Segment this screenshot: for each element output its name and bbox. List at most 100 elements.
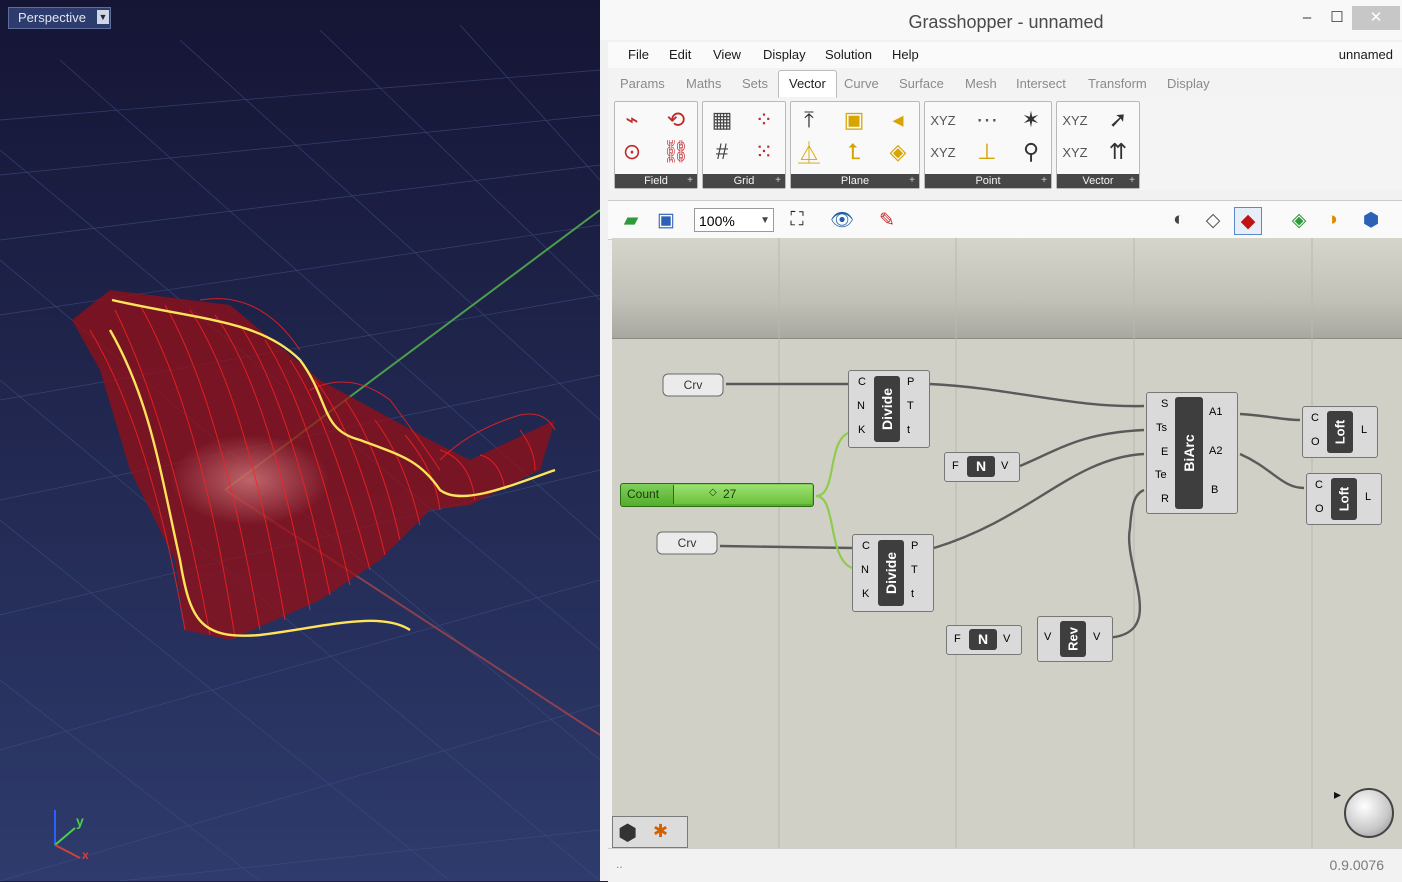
unit-z-component-2[interactable]: F N V xyxy=(946,625,1022,655)
sketch-button[interactable]: ✎ xyxy=(874,207,900,233)
slider-track[interactable] xyxy=(673,485,812,504)
loft-component-2[interactable]: C O Loft L xyxy=(1306,473,1382,525)
preview-settings-button[interactable]: ◑ xyxy=(1319,207,1345,233)
vector-deconstruct-icon[interactable]: XYZ xyxy=(1060,137,1090,167)
expand-icon[interactable]: + xyxy=(775,175,781,187)
plane-origin-icon[interactable]: ▣ xyxy=(839,105,869,135)
tab-mesh[interactable]: Mesh xyxy=(965,76,997,91)
tab-transform[interactable]: Transform xyxy=(1088,76,1147,91)
menu-solution[interactable]: Solution xyxy=(825,47,872,62)
menu-help[interactable]: Help xyxy=(892,47,919,62)
status-bar: .. 0.9.0076 xyxy=(608,848,1402,882)
menu-edit[interactable]: Edit xyxy=(669,47,691,62)
group-label-plane[interactable]: Plane xyxy=(791,174,919,188)
close-button[interactable]: ✕ xyxy=(1352,6,1400,30)
tab-sets[interactable]: Sets xyxy=(742,76,768,91)
field-line-charge-icon[interactable]: ⌁ xyxy=(617,105,647,135)
crv-param-1[interactable]: Crv xyxy=(659,371,729,399)
point-closest-icon[interactable]: ⚲ xyxy=(1016,137,1046,167)
crv-param-2[interactable]: Crv xyxy=(653,529,723,557)
preview-wire-icon: ◇ xyxy=(1205,209,1221,231)
divide-out-p: P xyxy=(911,540,919,552)
tab-curve[interactable]: Curve xyxy=(844,76,879,91)
tab-params[interactable]: Params xyxy=(620,76,665,91)
point-project-icon[interactable]: ⊥ xyxy=(972,137,1002,167)
plane-xy-icon[interactable]: ⏅ xyxy=(794,137,824,167)
group-label-vector[interactable]: Vector xyxy=(1057,174,1139,188)
menu-display[interactable]: Display xyxy=(763,47,806,62)
tab-maths[interactable]: Maths xyxy=(686,76,721,91)
grid-populate-icon[interactable]: ⁘ xyxy=(749,105,779,135)
display-mesh-icon: ⬢ xyxy=(1362,209,1380,231)
unit-z-out: V xyxy=(1001,460,1009,472)
plane-closest-icon[interactable]: ◂ xyxy=(883,105,913,135)
unit-z-component-1[interactable]: F N V xyxy=(944,452,1020,482)
group-label-field[interactable]: Field xyxy=(615,174,697,188)
slider-grip-icon[interactable]: ◇ xyxy=(709,487,717,498)
tab-vector[interactable]: Vector xyxy=(778,70,837,98)
rhino-viewport[interactable]: y x Perspective ▼ xyxy=(0,0,600,881)
plane-rotate-icon[interactable]: ◈ xyxy=(883,137,913,167)
vector-display-icon[interactable]: ⇈ xyxy=(1103,137,1133,167)
loft-component-1[interactable]: C O Loft L xyxy=(1302,406,1378,458)
point-numbers-icon[interactable]: ⋯ xyxy=(972,105,1002,135)
group-vector: XYZ ➚ XYZ ⇈ Vector + xyxy=(1056,101,1140,189)
brush-icon: ✎ xyxy=(879,209,895,231)
count-slider[interactable]: Count ◇ 27 xyxy=(620,483,814,507)
grid-rectangular-icon[interactable]: ▦ xyxy=(707,105,737,135)
preview-shaded-button[interactable]: ◆ xyxy=(1234,207,1262,235)
save-file-button[interactable]: ▣ xyxy=(653,207,679,233)
divide-component-2[interactable]: C N K Divide P T t xyxy=(852,534,934,612)
open-file-button[interactable]: ▰ xyxy=(618,207,644,233)
tab-intersect[interactable]: Intersect xyxy=(1016,76,1066,91)
point-construct-icon[interactable]: XYZ xyxy=(928,105,958,135)
expand-icon[interactable]: + xyxy=(909,175,915,187)
unit-z-out: V xyxy=(1003,633,1011,645)
viewport-dropdown-icon[interactable]: ▼ xyxy=(96,10,109,24)
group-label-grid[interactable]: Grid xyxy=(703,174,785,188)
plane-align-icon[interactable]: ⤒ xyxy=(794,105,824,135)
expand-icon[interactable]: + xyxy=(1041,175,1047,187)
menu-file[interactable]: File xyxy=(628,47,649,62)
maximize-button[interactable]: ☐ xyxy=(1322,6,1352,30)
viewport-title-tab[interactable]: Perspective ▼ xyxy=(8,7,111,29)
menu-view[interactable]: View xyxy=(713,47,741,62)
grid-square-icon[interactable]: # xyxy=(707,137,737,167)
biarc-out-b: B xyxy=(1211,484,1219,496)
hexagon-icon[interactable]: ⬢ xyxy=(618,820,637,846)
reverse-component[interactable]: V Rev V xyxy=(1037,616,1113,662)
minimize-button[interactable]: – xyxy=(1292,6,1322,30)
point-cull-icon[interactable]: ✶ xyxy=(1016,105,1046,135)
tab-display[interactable]: Display xyxy=(1167,76,1210,91)
field-spin-force-icon[interactable]: ⟲ xyxy=(661,105,691,135)
display-mesh-button[interactable]: ⬢ xyxy=(1358,207,1384,233)
preview-mode-button[interactable]: 👁 xyxy=(829,207,855,233)
zoom-extents-button[interactable]: ⛶ xyxy=(784,207,810,233)
grid-populate-region-icon[interactable]: ⁙ xyxy=(749,137,779,167)
point-deconstruct-icon[interactable]: XYZ xyxy=(928,137,958,167)
expand-icon[interactable]: + xyxy=(687,175,693,187)
expand-icon[interactable]: + xyxy=(1129,175,1135,187)
window-title: Grasshopper - unnamed xyxy=(908,12,1104,32)
biarc-component[interactable]: S Ts E Te R BiArc A1 A2 B xyxy=(1146,392,1238,514)
bug-icon[interactable]: ✱ xyxy=(653,821,668,842)
preview-wire-button[interactable]: ◇ xyxy=(1200,207,1226,233)
group-field: ⌁ ⟲ ⊙ ⛓ Field + xyxy=(614,101,698,189)
preview-selected-button[interactable]: ◈ xyxy=(1286,207,1312,233)
tab-surface[interactable]: Surface xyxy=(899,76,944,91)
field-point-charge-icon[interactable]: ⊙ xyxy=(617,137,647,167)
biarc-in-ts: Ts xyxy=(1156,422,1167,434)
vector-2pt-icon[interactable]: ➚ xyxy=(1103,105,1133,135)
preview-off-button[interactable]: ◐ xyxy=(1166,207,1192,233)
compass-widget[interactable] xyxy=(1344,788,1394,838)
divide-component-1[interactable]: C N K Divide P T t xyxy=(848,370,930,448)
biarc-out-a2: A2 xyxy=(1209,445,1223,457)
grasshopper-canvas[interactable]: Crv Crv Count ◇ 27 C N K Divide P T t C xyxy=(612,238,1402,848)
zoom-select[interactable]: 100% ▼ xyxy=(694,208,774,232)
vector-xyz-icon[interactable]: XYZ xyxy=(1060,105,1090,135)
group-label-point[interactable]: Point xyxy=(925,174,1051,188)
slider-value: 27 xyxy=(723,487,737,501)
field-merge-icon[interactable]: ⛓ xyxy=(661,137,691,167)
plane-construct-icon[interactable]: ⮤ xyxy=(839,137,869,167)
crv-label-2: Crv xyxy=(678,536,697,550)
